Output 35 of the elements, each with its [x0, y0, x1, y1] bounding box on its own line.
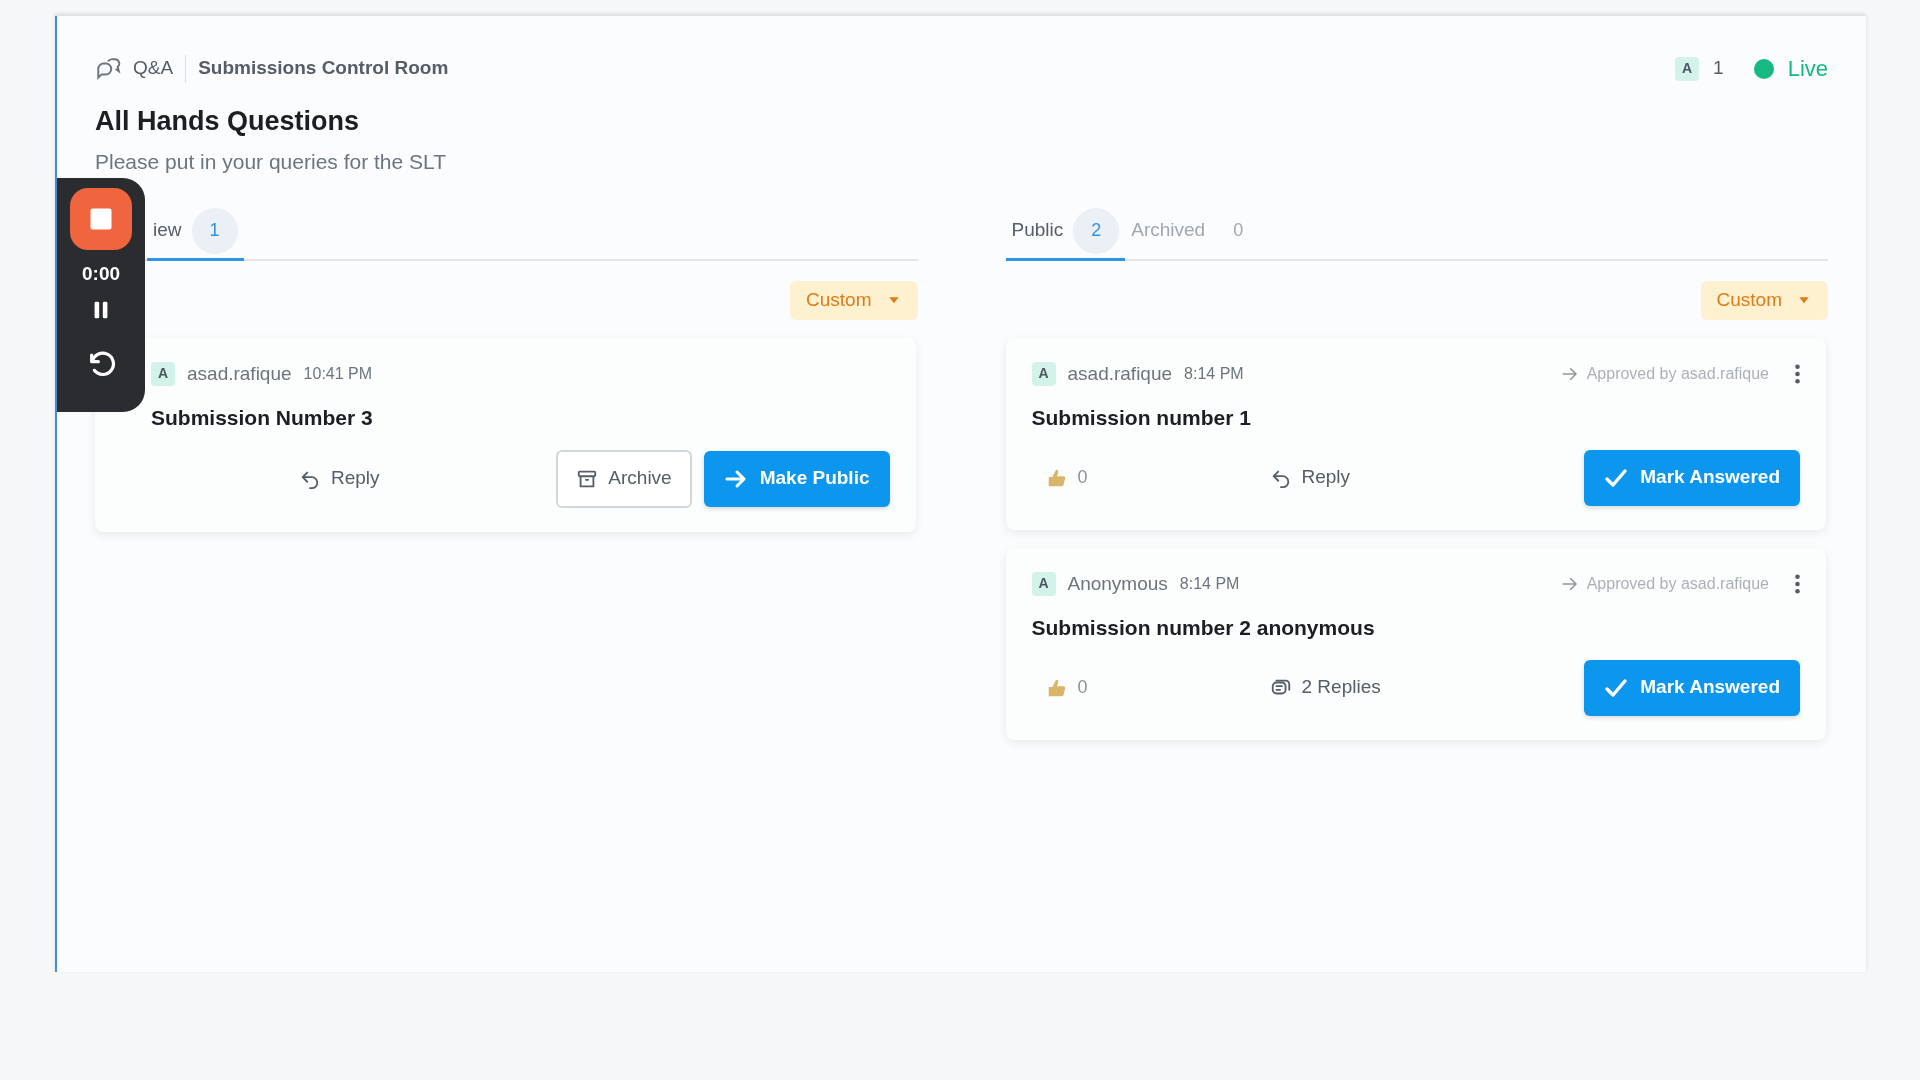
recording-time: 0:00: [82, 262, 120, 286]
live-status: Live: [1787, 55, 1828, 83]
question-text: Submission Number 3: [151, 405, 374, 431]
timestamp: 10:41 PM: [303, 363, 373, 384]
app-name: Q&A: [133, 56, 174, 81]
author-name: asad.rafique: [187, 361, 292, 386]
approval-note: Approved by asad.rafique: [1586, 573, 1769, 594]
live-dot: [1753, 58, 1774, 79]
page-title: All Hands Questions: [95, 105, 361, 138]
author-name: Anonymous: [1067, 571, 1168, 596]
vote-count: 0: [1077, 466, 1088, 489]
timestamp: 8:14 PM: [1179, 573, 1240, 594]
avatar: A: [1675, 56, 1700, 81]
approval-note: Approved by asad.rafique: [1586, 363, 1769, 384]
vote-count: 0: [1077, 676, 1088, 699]
more-icon: [1795, 363, 1800, 384]
page-subtitle: Please put in your queries for the SLT: [95, 148, 447, 175]
avatar: A: [151, 361, 175, 386]
question-text: Submission number 1: [1031, 405, 1252, 431]
timestamp: 8:14 PM: [1184, 363, 1244, 384]
tab[interactable]: iew 1: [147, 203, 244, 261]
author-name: asad.rafique: [1067, 361, 1173, 386]
reply-button[interactable]: Reply: [293, 463, 386, 494]
tab[interactable]: Public 2: [1005, 203, 1126, 261]
chat-icon: [95, 55, 121, 82]
question-text: Submission number 2 anonymous: [1031, 615, 1376, 641]
section-title: Submissions Control Room: [198, 56, 449, 81]
more-icon: [1795, 573, 1800, 594]
replies-link[interactable]: 2 Replies: [1263, 672, 1387, 703]
online-count: 1: [1713, 56, 1724, 81]
avatar: A: [1031, 361, 1056, 386]
reply-button[interactable]: Reply: [1263, 462, 1357, 493]
archive-button[interactable]: Archive: [556, 449, 692, 508]
stop-button[interactable]: [70, 188, 132, 250]
avatar: A: [1031, 571, 1056, 596]
